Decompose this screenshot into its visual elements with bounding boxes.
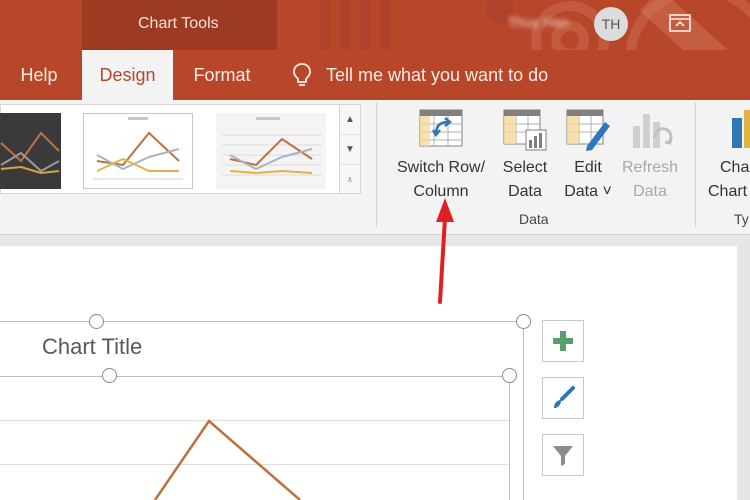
select-data-button[interactable]: Select Data	[497, 106, 553, 206]
gallery-scroll: ▲ ▼ ⩡	[339, 104, 361, 194]
tab-design[interactable]: Design	[82, 50, 173, 100]
type-group-label: Ty	[734, 211, 749, 227]
tell-me-text: Tell me what you want to do	[326, 64, 549, 85]
ribbon-tab-row: Help Design Format Tell me what you want…	[0, 50, 750, 100]
chart-resize-handle-top[interactable]	[89, 314, 104, 329]
refresh-data-line2: Data	[633, 183, 667, 200]
data-group-label: Data	[519, 211, 549, 227]
chart-styles-gallery	[0, 104, 340, 194]
chart-elements-button[interactable]	[542, 320, 584, 362]
change-chart-type-icon	[732, 110, 750, 148]
powerpoint-window: Chart Tools Thuy Han TH Help Design Form…	[0, 0, 750, 500]
gallery-scroll-down[interactable]: ▼	[340, 135, 360, 165]
chart-filters-funnel-icon	[553, 446, 573, 466]
tab-help-label: Help	[20, 64, 58, 85]
chart-styles-brush-icon	[554, 386, 575, 408]
chart-tools-label: Chart Tools	[138, 15, 219, 32]
select-data-line1: Select	[502, 159, 548, 176]
chart-styles-button[interactable]	[542, 377, 584, 419]
refresh-data-icon	[633, 114, 673, 148]
gallery-more[interactable]: ⩡	[340, 165, 360, 195]
edit-data-label: Edit Data ˅	[564, 156, 612, 204]
avatar-initials: TH	[601, 16, 621, 32]
tab-format[interactable]: Format	[178, 50, 266, 100]
edit-data-button[interactable]: Edit Data ˅	[559, 106, 617, 206]
bulb-icon	[293, 63, 311, 86]
chart-resize-handle-top-right[interactable]	[516, 314, 531, 329]
chart-style-thumb-dark[interactable]	[0, 113, 61, 189]
annotation-arrow	[436, 198, 454, 304]
refresh-data-line1: Refresh	[621, 159, 679, 176]
ribbon-display-options-icon[interactable]	[669, 13, 691, 33]
ribbon: ▲ ▼ ⩡ Switch Row/Column Select Data Edit…	[0, 100, 750, 235]
group-separator	[376, 102, 377, 227]
avatar[interactable]: TH	[594, 7, 628, 41]
select-data-line2: Data	[508, 183, 542, 200]
gallery-scroll-up[interactable]: ▲	[340, 105, 360, 135]
change-chart-type-label: Cha Chart	[708, 156, 749, 204]
select-data-icon	[503, 109, 547, 151]
tab-design-label: Design	[99, 64, 156, 85]
refresh-data-button[interactable]: Refresh Data	[619, 106, 681, 206]
chart-style-thumb-2[interactable]	[83, 113, 193, 189]
change-chart-type-line1: Cha	[720, 159, 750, 176]
switch-row-column-icon	[419, 109, 463, 147]
tab-format-label: Format	[193, 64, 251, 85]
chart-series-line[interactable]	[0, 400, 510, 500]
plot-resize-handle-top-right[interactable]	[502, 368, 517, 383]
chart-style-thumb-3[interactable]	[216, 113, 326, 189]
refresh-data-label: Refresh Data	[622, 156, 678, 204]
switch-row-column-line1: Switch Row/	[396, 159, 486, 176]
switch-row-column-button[interactable]: Switch Row/Column	[389, 106, 493, 206]
chart-elements-plus-icon	[553, 331, 573, 351]
edit-data-icon	[566, 109, 610, 151]
change-chart-type-button[interactable]: Cha Chart	[708, 106, 750, 206]
tell-me-box[interactable]: Tell me what you want to do	[292, 50, 548, 100]
change-chart-type-line2: Chart	[708, 183, 748, 200]
chart-title[interactable]: Chart Title	[42, 334, 142, 360]
plot-resize-handle-top[interactable]	[102, 368, 117, 383]
user-name: Thuy Han	[508, 14, 569, 30]
tab-help[interactable]: Help	[0, 50, 78, 100]
chart-filters-button[interactable]	[542, 434, 584, 476]
select-data-label: Select Data	[503, 156, 547, 204]
edit-data-line2: Data ˅	[564, 183, 612, 200]
group-separator	[695, 102, 696, 227]
edit-data-line1: Edit	[574, 159, 602, 176]
